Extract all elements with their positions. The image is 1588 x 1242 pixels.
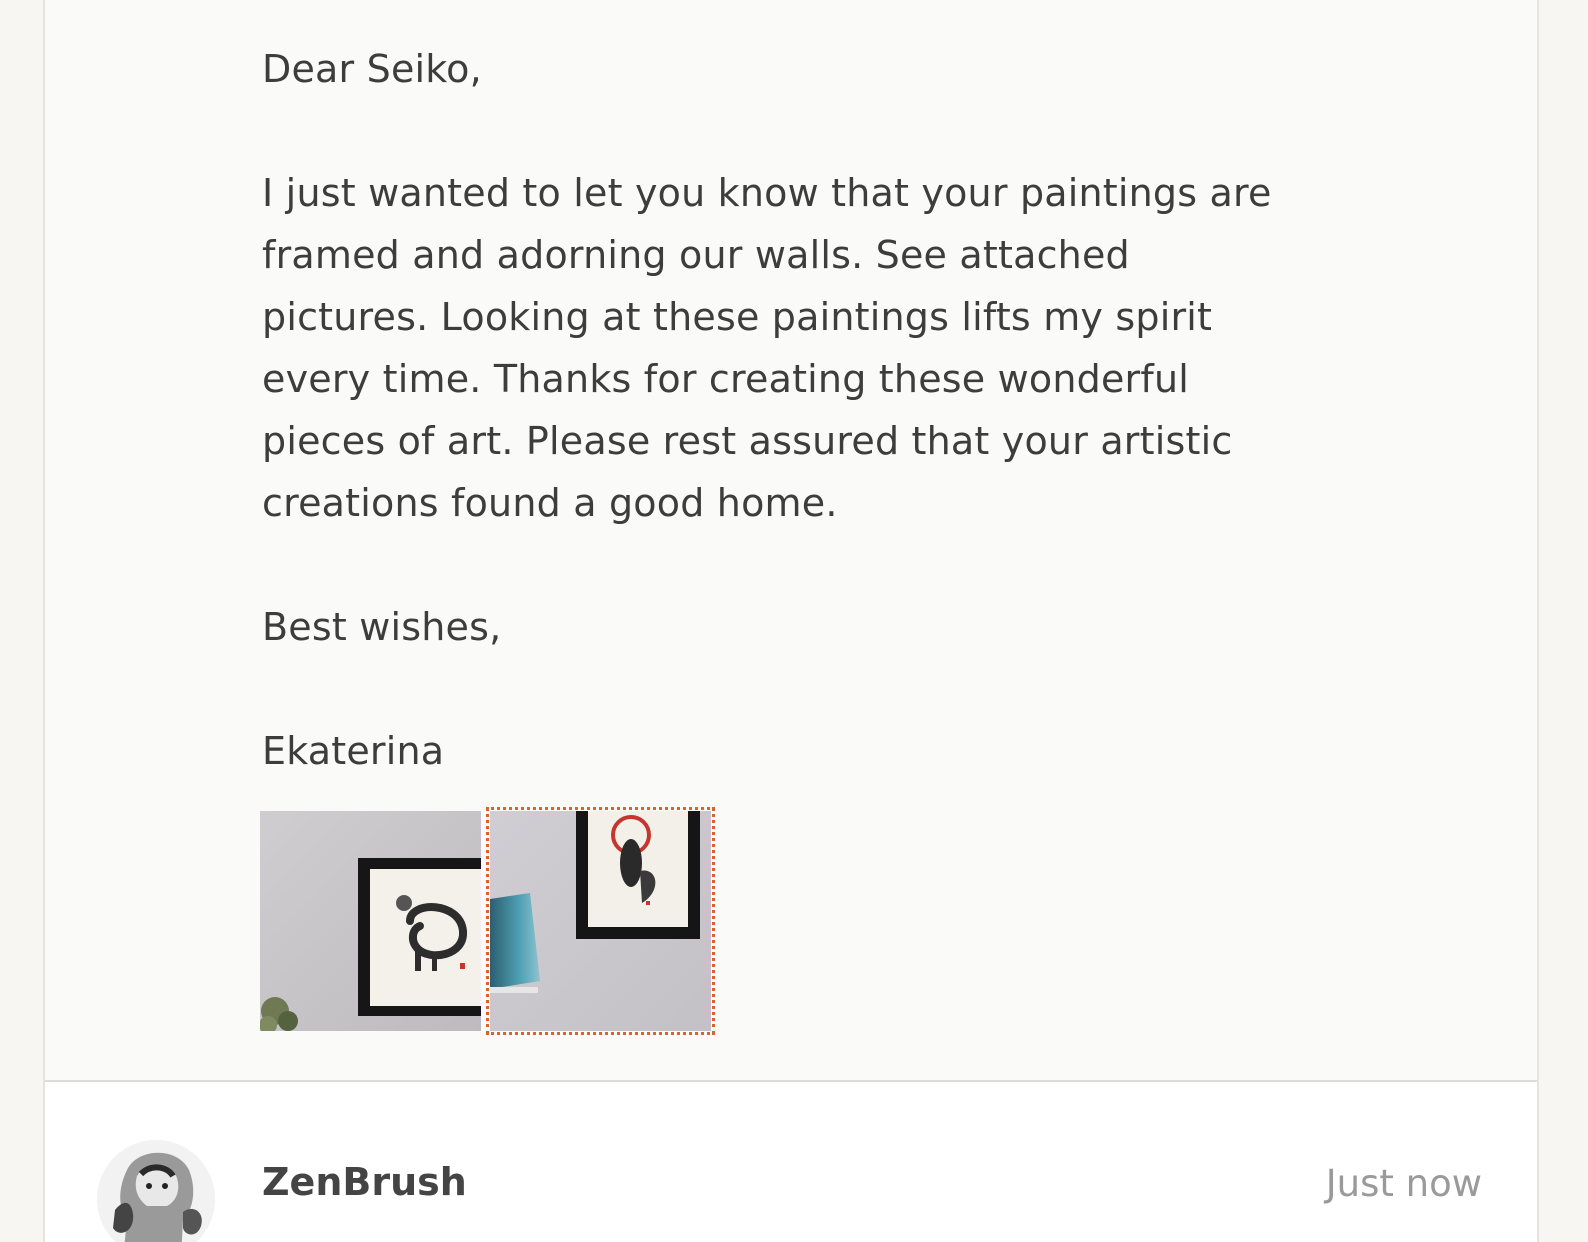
sender-avatar[interactable]: [97, 1140, 215, 1242]
reply-header: ZenBrush Just now: [45, 1082, 1537, 1242]
message-greeting: Dear Seiko,: [262, 47, 482, 91]
message-line: pictures. Looking at these paintings lif…: [262, 295, 1213, 339]
message-body: Dear Seiko, I just wanted to let you kno…: [262, 38, 1322, 782]
message-card: Dear Seiko, I just wanted to let you kno…: [45, 0, 1537, 1082]
message-line: creations found a good home.: [262, 481, 838, 525]
message-line: I just wanted to let you know that your …: [262, 171, 1272, 215]
page: Dear Seiko, I just wanted to let you kno…: [0, 0, 1588, 1242]
framed-enso-painting-photo-icon: [260, 811, 481, 1031]
message-signature: Ekaterina: [262, 729, 445, 773]
sender-name[interactable]: ZenBrush: [262, 1160, 467, 1204]
ink-portrait-avatar-icon: [97, 1140, 215, 1242]
attachment-thumbnail-1[interactable]: [260, 811, 481, 1031]
message-timestamp: Just now: [1325, 1162, 1482, 1205]
message-line: every time. Thanks for creating these wo…: [262, 357, 1189, 401]
message-line: framed and adorning our walls. See attac…: [262, 233, 1130, 277]
message-closing: Best wishes,: [262, 605, 502, 649]
attachment-thumbnail-2[interactable]: [486, 807, 715, 1035]
message-line: pieces of art. Please rest assured that …: [262, 419, 1233, 463]
attachment-gallery: [260, 807, 715, 1035]
framed-figure-painting-photo-icon: [490, 811, 711, 1031]
conversation-thread: Dear Seiko, I just wanted to let you kno…: [43, 0, 1539, 1242]
